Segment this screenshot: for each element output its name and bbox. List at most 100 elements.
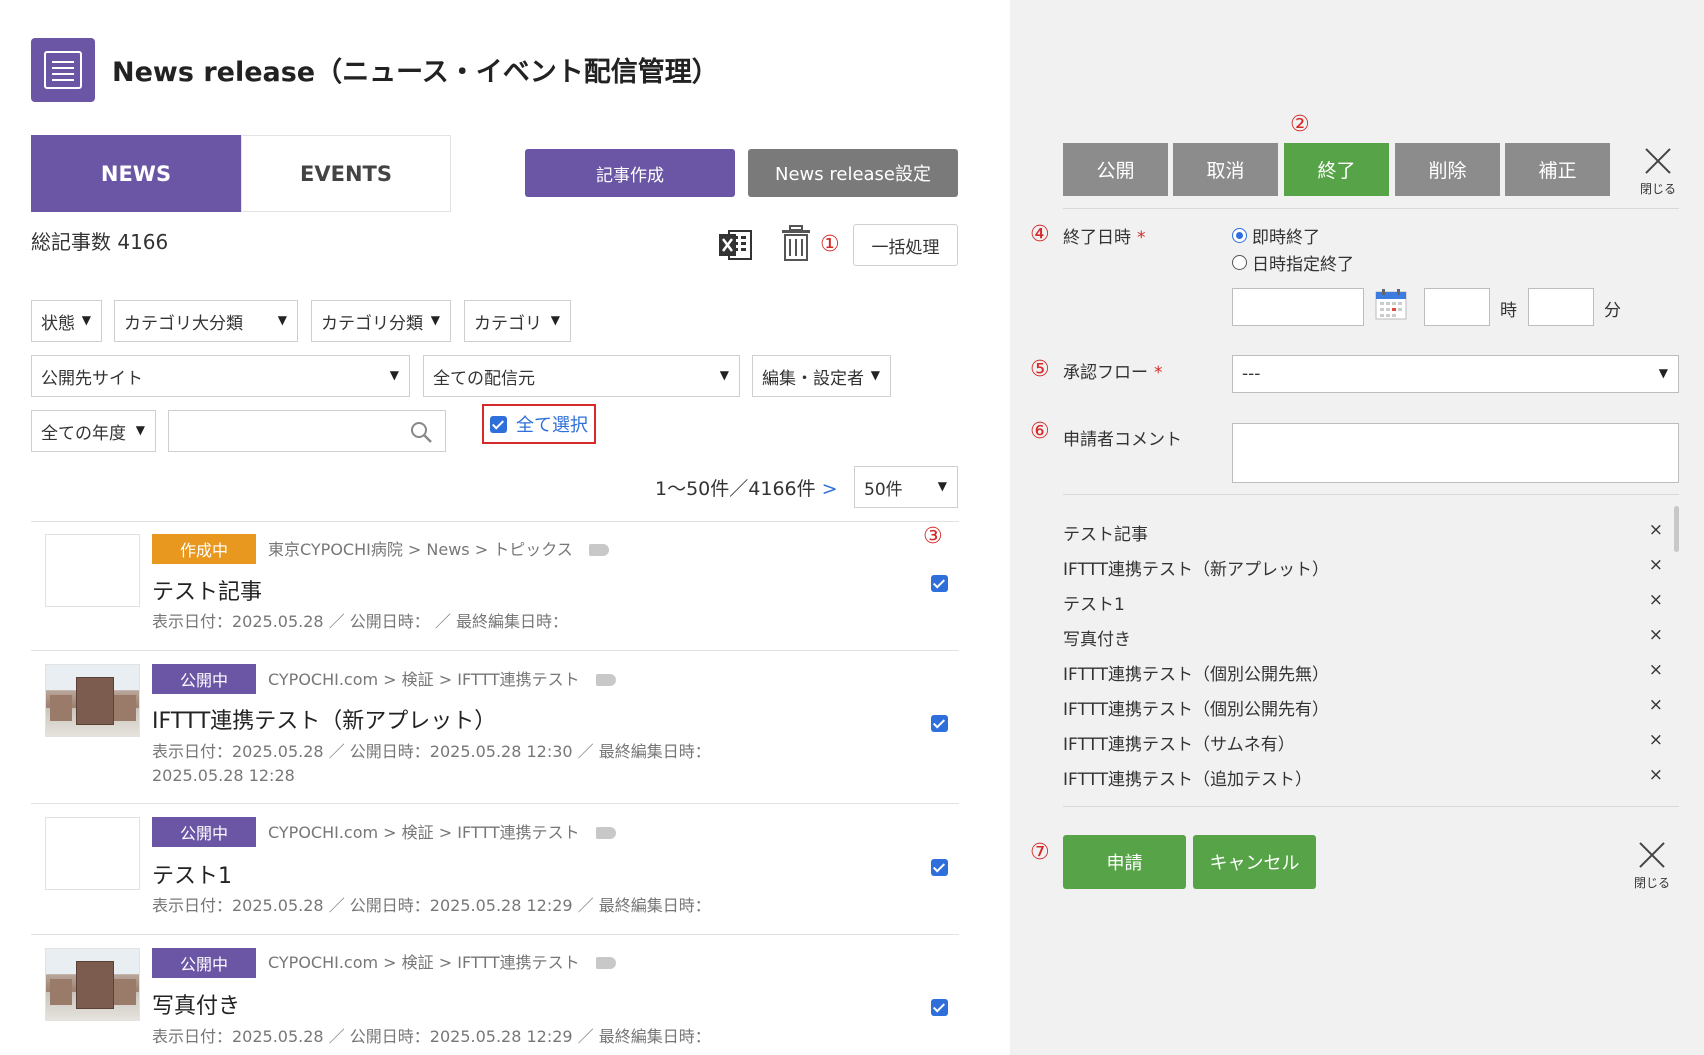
approval-flow-select[interactable]: --- ▼	[1232, 355, 1679, 393]
approval-flow-label: 承認フロー *	[1063, 358, 1163, 383]
annotation-marker-5: ⑤	[1030, 357, 1050, 382]
end-date-input[interactable]	[1232, 288, 1364, 326]
trash-icon[interactable]	[780, 224, 812, 262]
next-arrow-icon[interactable]: >	[822, 478, 838, 500]
remove-icon[interactable]: ×	[1649, 695, 1663, 715]
selected-item: IFTTT連携テスト（サムネ有） ×	[1063, 730, 1663, 755]
article-title[interactable]: テスト記事	[152, 574, 262, 606]
select-all-checkbox[interactable]: 全て選択	[482, 404, 596, 444]
article-title[interactable]: テスト1	[152, 858, 232, 890]
chevron-down-icon: ▼	[430, 313, 440, 327]
divider	[1063, 806, 1679, 807]
remove-icon[interactable]: ×	[1649, 730, 1663, 750]
article-title[interactable]: IFTTT連携テスト（新アプレット）	[152, 703, 496, 735]
article-meta: 表示日付：2025.05.28 ／ 公開日時：2025.05.28 12:29 …	[152, 1027, 711, 1046]
scheduled-end-radio[interactable]: 日時指定終了	[1232, 250, 1354, 275]
apply-button[interactable]: 申請	[1063, 835, 1186, 889]
selected-item: テスト記事 ×	[1063, 520, 1663, 545]
chevron-down-icon: ▼	[81, 313, 91, 327]
remove-icon[interactable]: ×	[1649, 625, 1663, 645]
article-breadcrumb-text: CYPOCHI.com > 検証 > IFTTT連携テスト	[268, 953, 580, 972]
article-breadcrumb-text: 東京CYPOCHI病院 > News > トピックス	[268, 540, 573, 559]
article-row[interactable]: 公開中 CYPOCHI.com > 検証 > IFTTT連携テスト 写真付き 表…	[31, 935, 959, 1055]
hour-unit-label: 時	[1500, 301, 1517, 321]
source-filter-value: 全ての配信元	[433, 368, 535, 389]
list-scrollbar[interactable]	[1674, 506, 1679, 552]
status-badge: 公開中	[152, 948, 256, 978]
annotation-marker-7: ⑦	[1030, 840, 1050, 865]
immediate-end-label: 即時終了	[1252, 228, 1320, 248]
tag-icon[interactable]	[595, 826, 616, 839]
source-filter[interactable]: 全ての配信元 ▼	[423, 355, 740, 397]
annotation-marker-1: ①	[820, 232, 840, 257]
approval-flow-label-text: 承認フロー	[1063, 363, 1148, 383]
article-row[interactable]: 公開中 CYPOCHI.com > 検証 > IFTTT連携テスト IFTTT連…	[31, 651, 959, 803]
search-input[interactable]	[168, 410, 446, 452]
article-checkbox[interactable]	[931, 999, 948, 1016]
category-class-filter[interactable]: カテゴリ分類 ▼	[311, 300, 451, 342]
major-category-filter[interactable]: カテゴリ大分類 ▼	[114, 300, 298, 342]
cancel-button[interactable]: キャンセル	[1193, 835, 1316, 889]
search-icon[interactable]	[409, 420, 433, 444]
close-button-bottom[interactable]: 閉じる	[1627, 840, 1677, 891]
status-filter-value: 状態	[41, 313, 75, 334]
selected-item-title: IFTTT連携テスト（個別公開先無）	[1063, 665, 1330, 685]
create-article-button[interactable]: 記事作成	[525, 149, 735, 197]
immediate-end-radio[interactable]: 即時終了	[1232, 223, 1320, 248]
excel-icon[interactable]	[717, 226, 755, 264]
tab-events[interactable]: EVENTS	[241, 135, 451, 212]
tag-icon[interactable]	[595, 673, 616, 686]
major-category-filter-value: カテゴリ大分類	[124, 313, 243, 334]
applicant-comment-textarea[interactable]	[1232, 423, 1679, 483]
end-action-button[interactable]: 終了	[1284, 143, 1389, 196]
remove-icon[interactable]: ×	[1649, 590, 1663, 610]
article-title[interactable]: 写真付き	[152, 988, 240, 1020]
remove-icon[interactable]: ×	[1649, 660, 1663, 680]
correct-action-button[interactable]: 補正	[1505, 143, 1610, 196]
article-breadcrumb: CYPOCHI.com > 検証 > IFTTT連携テスト	[268, 666, 616, 690]
end-datetime-label-text: 終了日時	[1063, 228, 1131, 248]
tag-icon[interactable]	[588, 543, 609, 556]
remove-icon[interactable]: ×	[1649, 765, 1663, 785]
withdraw-action-button[interactable]: 取消	[1173, 143, 1278, 196]
end-minute-input[interactable]	[1528, 288, 1594, 326]
publish-site-filter-value: 公開先サイト	[41, 368, 143, 389]
per-page-value: 50件	[864, 479, 903, 500]
selected-item: テスト1 ×	[1063, 590, 1663, 615]
chevron-down-icon: ▼	[389, 368, 399, 382]
article-checkbox[interactable]	[931, 859, 948, 876]
end-hour-input[interactable]	[1424, 288, 1490, 326]
select-all-check-icon[interactable]	[490, 415, 507, 433]
article-breadcrumb-text: CYPOCHI.com > 検証 > IFTTT連携テスト	[268, 823, 580, 842]
tag-icon[interactable]	[595, 956, 616, 969]
article-checkbox[interactable]	[931, 715, 948, 732]
remove-icon[interactable]: ×	[1649, 555, 1663, 575]
category-filter[interactable]: カテゴリ ▼	[464, 300, 571, 342]
remove-icon[interactable]: ×	[1649, 520, 1663, 540]
radio-selected-icon	[1232, 228, 1247, 243]
news-release-settings-button[interactable]: News release設定	[748, 149, 958, 197]
status-filter[interactable]: 状態 ▼	[31, 300, 102, 342]
approval-flow-value: ---	[1242, 364, 1261, 384]
status-badge: 公開中	[152, 817, 256, 847]
editor-filter-value: 編集・設定者	[762, 368, 864, 389]
publish-action-button[interactable]: 公開	[1063, 143, 1168, 196]
news-app-icon	[31, 38, 95, 102]
category-filter-value: カテゴリ	[474, 313, 542, 334]
pagination-range-text: 1〜50件／4166件	[655, 478, 816, 500]
calendar-icon[interactable]	[1374, 287, 1408, 321]
article-row[interactable]: 公開中 CYPOCHI.com > 検証 > IFTTT連携テスト テスト1 表…	[31, 804, 959, 934]
article-row[interactable]: 作成中 東京CYPOCHI病院 > News > トピックス ③ テスト記事 表…	[31, 522, 959, 650]
tab-news[interactable]: NEWS	[31, 135, 241, 212]
publish-site-filter[interactable]: 公開先サイト ▼	[31, 355, 410, 397]
per-page-select[interactable]: 50件 ▼	[854, 466, 958, 508]
article-checkbox[interactable]	[931, 575, 948, 592]
bulk-action-button[interactable]: 一括処理	[853, 224, 958, 266]
editor-filter[interactable]: 編集・設定者 ▼	[752, 355, 891, 397]
annotation-marker-4: ④	[1030, 222, 1050, 247]
close-icon	[1637, 840, 1667, 870]
selected-item: IFTTT連携テスト（追加テスト） ×	[1063, 765, 1663, 790]
close-button[interactable]: 閉じる	[1633, 146, 1683, 197]
year-filter[interactable]: 全ての年度 ▼	[31, 410, 156, 452]
delete-action-button[interactable]: 削除	[1395, 143, 1500, 196]
